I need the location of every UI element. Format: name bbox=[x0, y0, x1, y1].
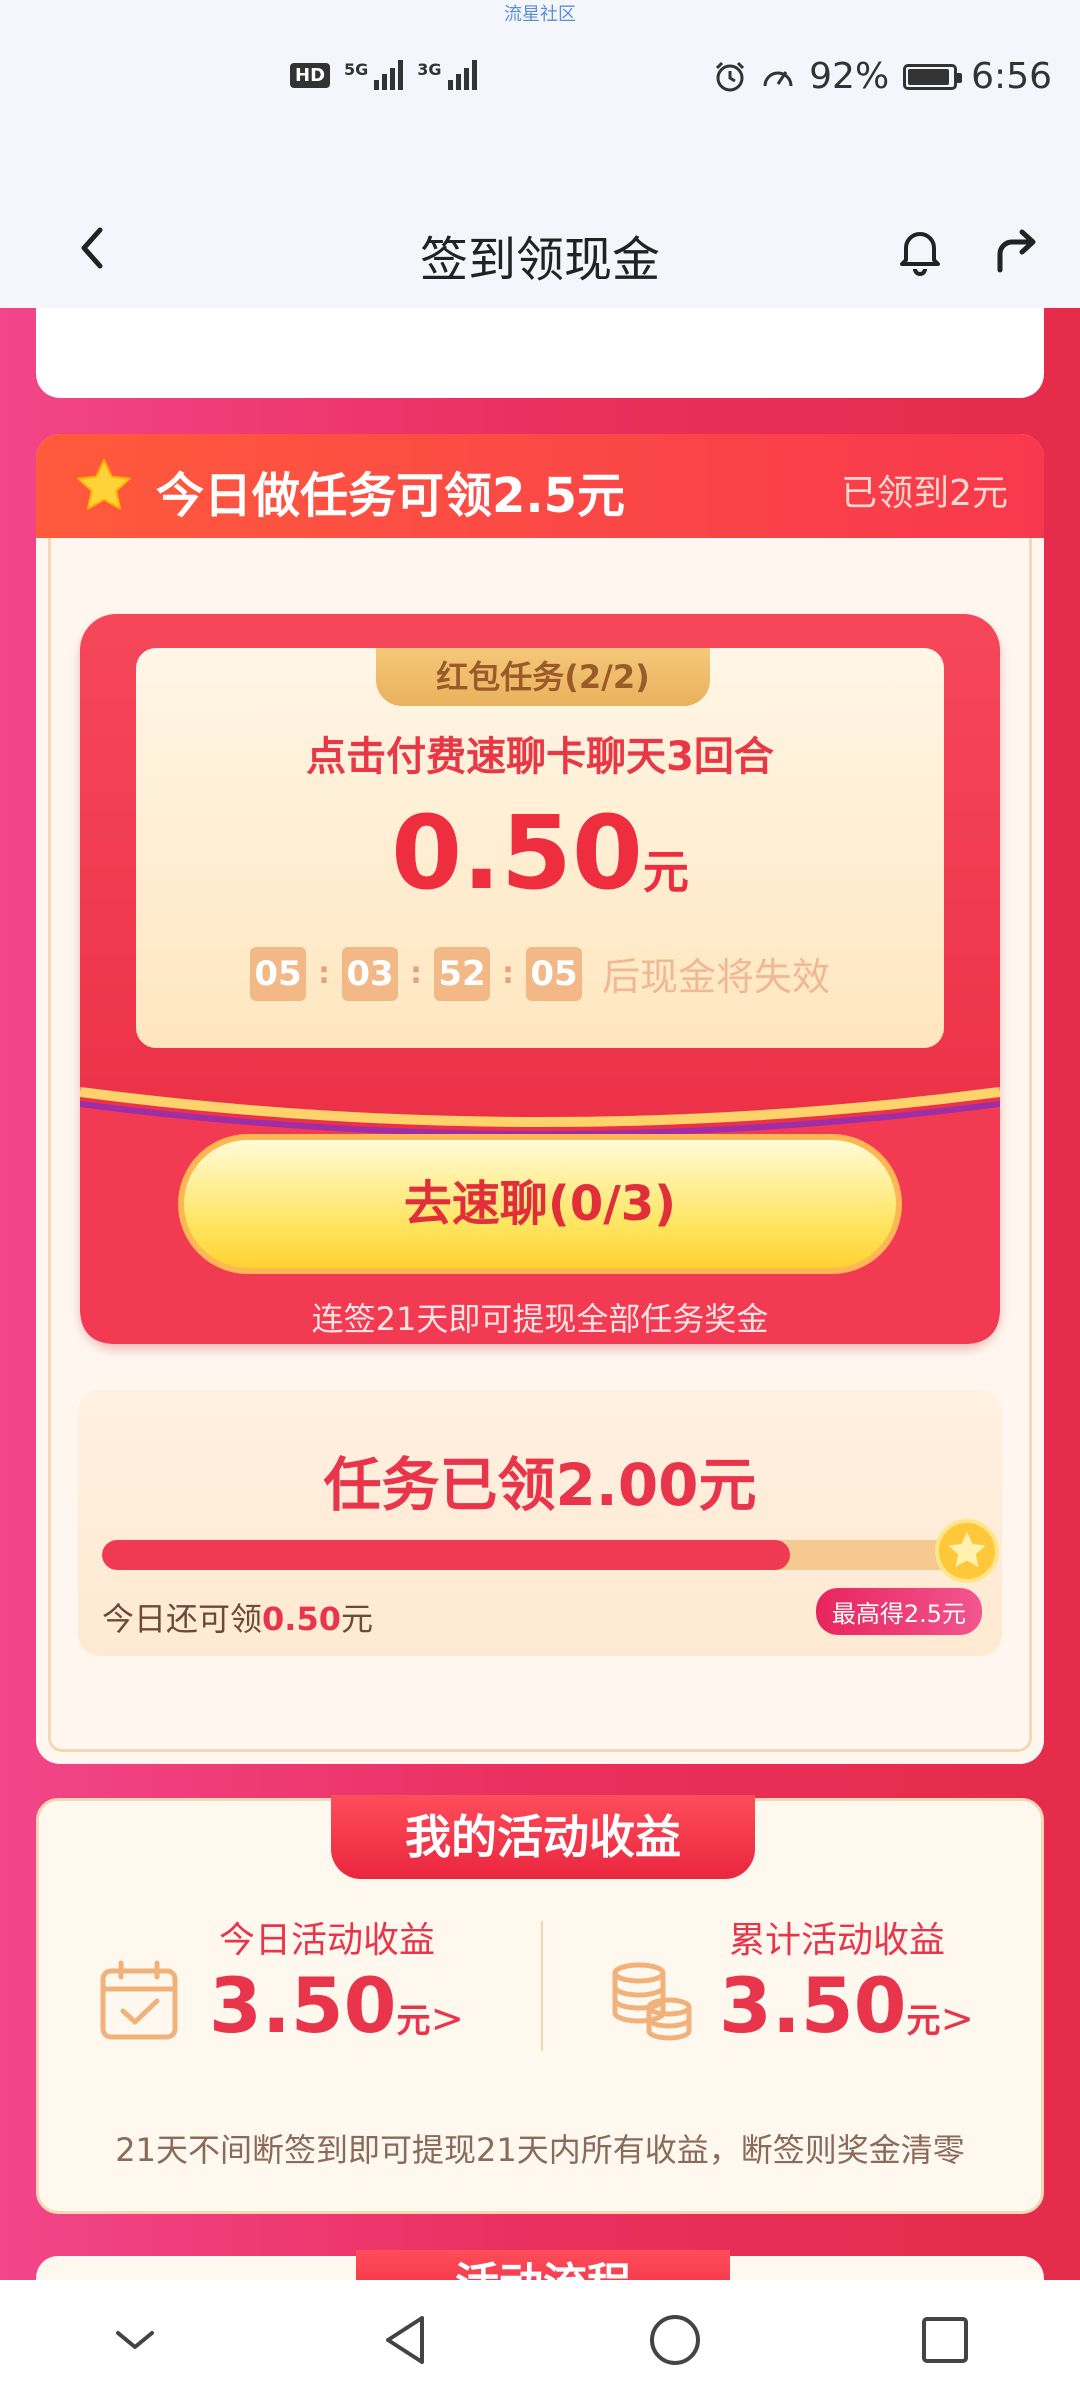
share-arrow-icon[interactable] bbox=[986, 220, 1046, 280]
day-label: 3天 bbox=[406, 308, 458, 314]
progress-card: 任务已领2.00元 今日还可领0.50元 最高得2.5元 bbox=[78, 1390, 1002, 1656]
battery-percent: 92% bbox=[809, 56, 890, 97]
nav-collapse-button[interactable] bbox=[95, 2300, 175, 2380]
alarm-icon bbox=[716, 61, 745, 91]
nav-home-button[interactable] bbox=[635, 2300, 715, 2380]
earnings-card: 我的活动收益 今日活动收益 3.50元> 累计活动收益 3.50元> 21天不间… bbox=[36, 1795, 1044, 2214]
checkin-days: 已签 2天 3天 4天 5天 6天 7天 bbox=[96, 308, 1056, 314]
max-reward-badge: 最高得2.5元 bbox=[815, 1588, 982, 1635]
task-description: 点击付费速聊卡聊天3回合 bbox=[306, 734, 774, 780]
chevron-right-icon: > bbox=[430, 1996, 465, 2042]
progress-title: 任务已领2.00元 bbox=[323, 1451, 757, 1519]
progress-track bbox=[102, 1540, 962, 1570]
square-recents-icon bbox=[922, 2317, 968, 2363]
main-content[interactable]: 已签 2天 3天 4天 5天 6天 7天 今日做任务可领2.5元 已领到2元 红… bbox=[0, 308, 1080, 2280]
day-label: 已签 bbox=[96, 308, 160, 314]
reward-unit: 元 bbox=[642, 845, 689, 899]
task-title: 今日做任务可领2.5元 bbox=[156, 468, 626, 524]
star-medal-icon bbox=[935, 1519, 999, 1583]
countdown-digit: 03 bbox=[341, 946, 398, 1001]
earnings-ribbon: 我的活动收益 bbox=[331, 1795, 755, 1879]
status-right: 92% 6:56 bbox=[713, 56, 1052, 97]
divider bbox=[541, 1921, 543, 2051]
bell-icon[interactable] bbox=[890, 220, 950, 280]
task-tag: 红包任务(2/2) bbox=[376, 648, 710, 706]
calendar-check-icon bbox=[100, 1960, 178, 2040]
progress-fill bbox=[102, 1540, 790, 1570]
speedometer-icon bbox=[763, 70, 793, 86]
nav-recents-button[interactable] bbox=[905, 2300, 985, 2380]
task-card: 今日做任务可领2.5元 已领到2元 红包任务(2/2) 点击付费速聊卡聊天3回合… bbox=[36, 434, 1044, 1764]
nav-back-button[interactable] bbox=[365, 2300, 445, 2380]
top-bar: 流星社区 HD 5G 3G 92% 6:56 签到领现金 bbox=[0, 0, 1080, 308]
day-label: 6天 bbox=[854, 308, 906, 314]
activity-flow-ribbon: 活动流程 bbox=[356, 2250, 730, 2280]
reward-amount: 0.50元 bbox=[136, 794, 944, 913]
system-nav-bar bbox=[0, 2280, 1080, 2400]
go-chat-button[interactable]: 去速聊(0/3) bbox=[178, 1134, 902, 1274]
triangle-back-icon bbox=[386, 2316, 424, 2364]
star-icon bbox=[77, 459, 131, 510]
total-earnings-label: 累计活动收益 bbox=[729, 1920, 946, 1961]
battery-icon bbox=[903, 63, 963, 90]
remaining-text: 今日还可领0.50元 bbox=[102, 1600, 373, 1638]
day-label: 5天 bbox=[705, 308, 757, 314]
hd-badge: HD bbox=[290, 62, 331, 88]
total-earnings-value: 3.50元> bbox=[719, 1961, 975, 2050]
clock: 6:56 bbox=[971, 56, 1052, 97]
day-label: 7天 bbox=[1004, 308, 1056, 314]
chevron-down-icon bbox=[116, 2331, 154, 2349]
today-earnings-label: 今日活动收益 bbox=[219, 1920, 436, 1961]
signal-5g-icon: 5G bbox=[344, 60, 404, 90]
envelope-note: 连签21天即可提现全部任务奖金 bbox=[311, 1300, 769, 1338]
day-label: 4天 bbox=[556, 308, 608, 314]
status-left: HD 5G 3G bbox=[290, 60, 477, 90]
countdown-text: 后现金将失效 bbox=[601, 955, 830, 999]
today-earnings-value: 3.50元> bbox=[209, 1961, 465, 2050]
claimed-amount: 已领到2元 bbox=[841, 473, 1008, 514]
signal-3g-icon: 3G bbox=[417, 60, 477, 90]
task-header: 今日做任务可领2.5元 已领到2元 bbox=[36, 434, 1044, 538]
earnings-note: 21天不间断签到即可提现21天内所有收益，断签则奖金清零 bbox=[115, 2131, 965, 2169]
activity-flow-card: 活动流程 bbox=[36, 2250, 1044, 2280]
countdown: 05 : 03 : 52 : 05 后现金将失效 bbox=[136, 946, 944, 1001]
chevron-right-icon: > bbox=[940, 1996, 975, 2042]
countdown-digit: 52 bbox=[433, 946, 490, 1001]
circle-home-icon bbox=[650, 2315, 700, 2365]
coin-stack-icon bbox=[612, 1962, 692, 2041]
countdown-digit: 05 bbox=[249, 946, 306, 1001]
countdown-digit: 05 bbox=[525, 946, 582, 1001]
reward-value: 0.50 bbox=[391, 794, 643, 913]
day-label: 2天 bbox=[257, 308, 309, 314]
checkin-card: 已签 2天 3天 4天 5天 6天 7天 bbox=[36, 308, 1056, 398]
app-bar: 签到领现金 bbox=[0, 200, 1080, 308]
watermark: 流星社区 bbox=[504, 4, 576, 25]
